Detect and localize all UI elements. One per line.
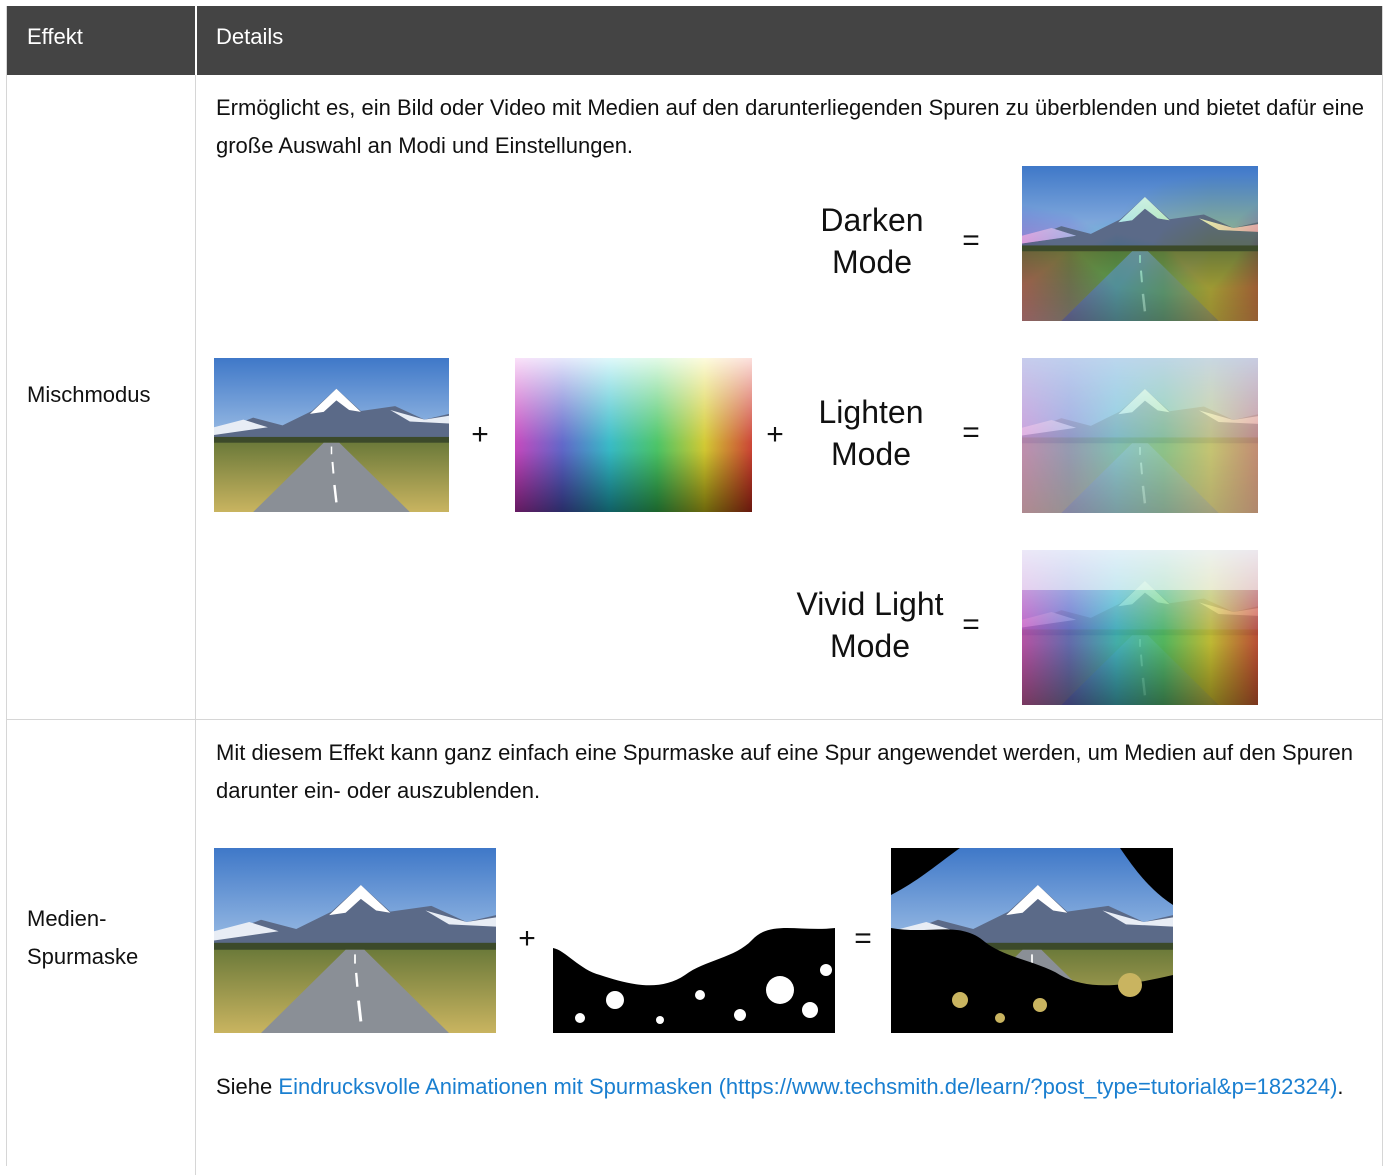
header-effekt: Effekt xyxy=(27,24,83,49)
see-prefix: Siehe xyxy=(216,1074,279,1099)
effects-table: Effekt Details Mischmodus Ermöglicht es,… xyxy=(6,6,1383,1175)
header-divider xyxy=(195,6,197,75)
column-divider xyxy=(195,75,196,1175)
effect-name-line2: Spurmaske xyxy=(27,944,139,969)
effect-name-mischmodus: Mischmodus xyxy=(27,382,151,407)
table-header: Effekt Details xyxy=(7,6,1382,75)
effect-description-spurmaske: Mit diesem Effekt kann ganz einfach eine… xyxy=(216,740,1353,803)
tutorial-link[interactable]: Eindrucksvolle Animationen mit Spurmaske… xyxy=(278,1074,1337,1099)
see-suffix: . xyxy=(1337,1074,1344,1099)
effect-name-line1: Medien- xyxy=(27,906,107,931)
see-also-text: Siehe Eindrucksvolle Animationen mit Spu… xyxy=(216,1068,1366,1106)
effect-name-medien-spurmaske: Medien- Spurmaske xyxy=(27,900,138,976)
effect-description-mischmodus: Ermöglicht es, ein Bild oder Video mit M… xyxy=(216,95,1365,158)
header-details: Details xyxy=(216,24,284,49)
row-divider xyxy=(7,719,1382,720)
